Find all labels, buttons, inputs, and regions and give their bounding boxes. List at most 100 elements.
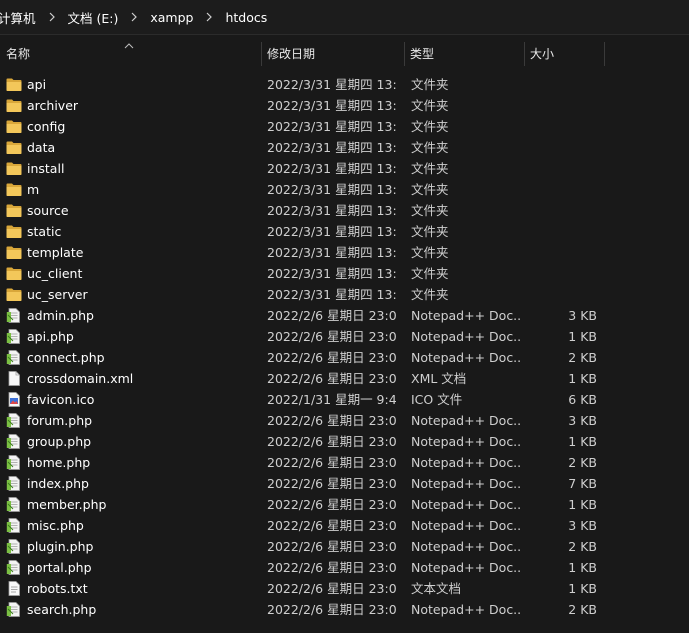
file-row[interactable]: static 2022/3/31 星期四 13:... 文件夹 — [0, 221, 689, 242]
file-type: Notepad++ Doc... — [411, 350, 521, 365]
file-type: 文件夹 — [411, 224, 449, 239]
column-header-date[interactable]: 修改日期 — [261, 40, 405, 68]
file-name: api — [27, 77, 47, 92]
file-type: Notepad++ Doc... — [411, 497, 521, 512]
chevron-right-icon[interactable] — [120, 12, 148, 22]
file-row[interactable]: uc_client 2022/3/31 星期四 13:... 文件夹 — [0, 263, 689, 284]
file-name: plugin.php — [27, 539, 94, 554]
file-type: 文件夹 — [411, 77, 449, 92]
file-row[interactable]: crossdomain.xml 2022/2/6 星期日 23:03 XML 文档 1… — [0, 368, 689, 389]
file-date-modified: 2022/3/31 星期四 13:... — [267, 266, 397, 281]
file-type: Notepad++ Doc... — [411, 539, 521, 554]
file-date-modified: 2022/2/6 星期日 23:03 — [267, 434, 397, 449]
file-type: 文件夹 — [411, 266, 449, 281]
breadcrumb: 计算机 文档 (E:) xampp htdocs — [0, 0, 689, 35]
file-row[interactable]: install 2022/3/31 星期四 13:... 文件夹 — [0, 158, 689, 179]
file-row[interactable]: index.php 2022/2/6 星期日 23:03 Notepad++ Doc… — [0, 473, 689, 494]
file-row[interactable]: robots.txt 2022/2/6 星期日 23:03 文本文档 1 KB — [0, 578, 689, 599]
file-size: 2 KB — [568, 350, 597, 365]
file-size: 1 KB — [568, 581, 597, 596]
file-size: 2 KB — [568, 455, 597, 470]
file-row[interactable]: admin.php 2022/2/6 星期日 23:03 Notepad++ Doc… — [0, 305, 689, 326]
file-date-modified: 2022/3/31 星期四 13:... — [267, 182, 397, 197]
file-name: source — [27, 203, 69, 218]
file-name: api.php — [27, 329, 74, 344]
file-date-modified: 2022/3/31 星期四 13:... — [267, 119, 397, 134]
file-name: index.php — [27, 476, 89, 491]
file-name: portal.php — [27, 560, 92, 575]
file-date-modified: 2022/2/6 星期日 23:03 — [267, 560, 397, 575]
file-name: robots.txt — [27, 581, 88, 596]
notepad-file-icon — [6, 518, 22, 533]
file-row[interactable]: data 2022/3/31 星期四 13:... 文件夹 — [0, 137, 689, 158]
breadcrumb-item-drive[interactable]: 文档 (E:) — [66, 8, 121, 27]
file-row[interactable]: connect.php 2022/2/6 星期日 23:03 Notepad++ D… — [0, 347, 689, 368]
file-row[interactable]: uc_server 2022/3/31 星期四 13:... 文件夹 — [0, 284, 689, 305]
file-name: connect.php — [27, 350, 105, 365]
file-type: Notepad++ Doc... — [411, 308, 521, 323]
file-type: 文件夹 — [411, 98, 449, 113]
file-name: static — [27, 224, 62, 239]
file-size: 7 KB — [568, 476, 597, 491]
file-row[interactable]: config 2022/3/31 星期四 13:... 文件夹 — [0, 116, 689, 137]
folder-icon — [6, 77, 22, 92]
file-row[interactable]: template 2022/3/31 星期四 13:... 文件夹 — [0, 242, 689, 263]
file-row[interactable]: member.php 2022/2/6 星期日 23:03 Notepad++ Do… — [0, 494, 689, 515]
file-row[interactable]: group.php 2022/2/6 星期日 23:03 Notepad++ Doc… — [0, 431, 689, 452]
file-name: misc.php — [27, 518, 84, 533]
file-size: 1 KB — [568, 497, 597, 512]
breadcrumb-item-htdocs[interactable]: htdocs — [223, 10, 269, 25]
folder-icon — [6, 224, 22, 239]
file-type: 文件夹 — [411, 203, 449, 218]
file-name: search.php — [27, 602, 97, 617]
column-header-name[interactable]: 名称 — [0, 40, 261, 68]
file-date-modified: 2022/3/31 星期四 13:... — [267, 140, 397, 155]
file-row[interactable]: home.php 2022/2/6 星期日 23:03 Notepad++ Doc.… — [0, 452, 689, 473]
file-date-modified: 2022/2/6 星期日 23:03 — [267, 308, 397, 323]
file-row[interactable]: plugin.php 2022/2/6 星期日 23:03 Notepad++ Do… — [0, 536, 689, 557]
column-header-type[interactable]: 类型 — [404, 40, 524, 68]
column-header-size[interactable]: 大小 — [524, 40, 604, 68]
notepad-file-icon — [6, 602, 22, 617]
file-name: crossdomain.xml — [27, 371, 134, 386]
file-type: Notepad++ Doc... — [411, 329, 521, 344]
breadcrumb-item-xampp[interactable]: xampp — [148, 10, 195, 25]
file-type: Notepad++ Doc... — [411, 560, 521, 575]
notepad-file-icon — [6, 329, 22, 344]
file-date-modified: 2022/2/6 星期日 23:03 — [267, 455, 397, 470]
folder-icon — [6, 203, 22, 218]
file-size: 2 KB — [568, 602, 597, 617]
file-type: 文件夹 — [411, 245, 449, 260]
chevron-right-icon[interactable] — [195, 12, 223, 22]
file-row[interactable]: source 2022/3/31 星期四 13:... 文件夹 — [0, 200, 689, 221]
file-row[interactable]: search.php 2022/2/6 星期日 23:03 Notepad++ Do… — [0, 599, 689, 620]
folder-icon — [6, 245, 22, 260]
chevron-right-icon[interactable] — [38, 12, 66, 22]
file-type: 文件夹 — [411, 182, 449, 197]
file-row[interactable]: portal.php 2022/2/6 星期日 23:03 Notepad++ Do… — [0, 557, 689, 578]
file-name: m — [27, 182, 40, 197]
file-row[interactable]: misc.php 2022/2/6 星期日 23:03 Notepad++ Doc.… — [0, 515, 689, 536]
notepad-file-icon — [6, 497, 22, 512]
file-type: Notepad++ Doc... — [411, 434, 521, 449]
folder-icon — [6, 140, 22, 155]
file-type: XML 文档 — [411, 371, 467, 386]
file-row[interactable]: api 2022/3/31 星期四 13:... 文件夹 — [0, 74, 689, 95]
file-name: home.php — [27, 455, 91, 470]
notepad-file-icon — [6, 434, 22, 449]
file-date-modified: 2022/2/6 星期日 23:03 — [267, 476, 397, 491]
file-row[interactable]: archiver 2022/3/31 星期四 13:... 文件夹 — [0, 95, 689, 116]
file-date-modified: 2022/2/6 星期日 23:03 — [267, 329, 397, 344]
file-row[interactable]: forum.php 2022/2/6 星期日 23:03 Notepad++ Doc… — [0, 410, 689, 431]
text-file-icon — [6, 581, 22, 596]
file-name: install — [27, 161, 65, 176]
file-size: 1 KB — [568, 434, 597, 449]
file-row[interactable]: api.php 2022/2/6 星期日 23:03 Notepad++ Doc..… — [0, 326, 689, 347]
file-row[interactable]: m 2022/3/31 星期四 13:... 文件夹 — [0, 179, 689, 200]
file-size: 2 KB — [568, 539, 597, 554]
file-row[interactable]: favicon.ico 2022/1/31 星期一 9:45 ICO 文件 6 KB — [0, 389, 689, 410]
folder-icon — [6, 266, 22, 281]
column-divider[interactable] — [604, 42, 605, 66]
breadcrumb-item-computer[interactable]: 计算机 — [0, 8, 38, 27]
file-type: Notepad++ Doc... — [411, 476, 521, 491]
